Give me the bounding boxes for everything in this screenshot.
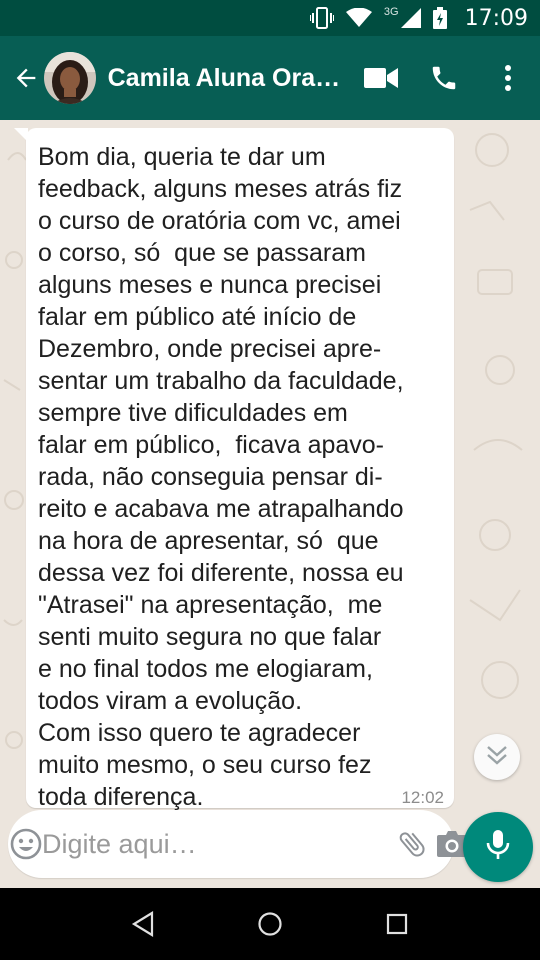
- chat-area[interactable]: Bom dia, queria te dar um feedback, algu…: [0, 120, 540, 888]
- avatar[interactable]: [43, 52, 96, 104]
- more-options-icon[interactable]: [476, 46, 540, 110]
- signal-icon: [400, 8, 421, 28]
- contact-name[interactable]: Camila Aluna Oratória: [108, 64, 345, 93]
- phone-icon[interactable]: [412, 46, 476, 110]
- scroll-to-bottom-button[interactable]: [474, 734, 520, 780]
- vibrate-icon: [309, 7, 334, 29]
- message-input[interactable]: [42, 828, 396, 860]
- mic-icon: [485, 829, 511, 866]
- system-navigation-bar: [0, 888, 540, 960]
- voice-record-button[interactable]: [463, 812, 533, 882]
- network-type: 3G: [383, 6, 399, 18]
- message-composer: [8, 810, 467, 878]
- chat-header: Camila Aluna Oratória: [0, 36, 540, 120]
- nav-home-icon[interactable]: [240, 894, 300, 954]
- nav-recents-icon[interactable]: [367, 894, 427, 954]
- video-call-icon[interactable]: [349, 46, 413, 110]
- double-chevron-down-icon: [486, 745, 508, 770]
- back-arrow-icon[interactable]: [4, 56, 48, 100]
- clock: 17:09: [464, 5, 528, 31]
- incoming-message-bubble[interactable]: Bom dia, queria te dar um feedback, algu…: [14, 128, 454, 811]
- attach-icon[interactable]: [396, 816, 428, 872]
- emoji-icon[interactable]: [10, 814, 42, 874]
- battery-icon: [432, 7, 447, 29]
- message-text: Bom dia, queria te dar um feedback, algu…: [38, 143, 404, 811]
- message-timestamp: 12:02: [401, 788, 444, 807]
- wifi-icon: [345, 8, 372, 28]
- nav-back-icon[interactable]: [113, 894, 173, 954]
- status-bar: 3G 17:09: [0, 0, 540, 36]
